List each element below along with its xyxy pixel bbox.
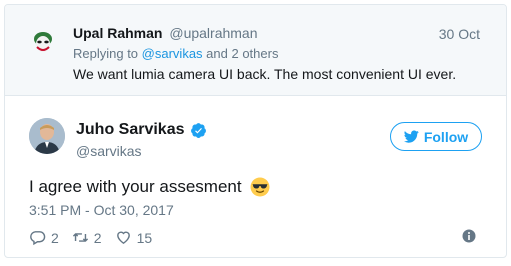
replying-prefix: Replying to <box>73 46 139 61</box>
tweet-text-content: I agree with your assesment <box>29 177 242 196</box>
follow-button[interactable]: Follow <box>390 122 482 151</box>
heart-icon <box>116 231 130 245</box>
replying-to-line: Replying to @sarvikas and 2 others <box>73 46 278 61</box>
reply-author-name[interactable]: Upal Rahman <box>73 25 162 41</box>
reply-author: Upal Rahman @upalrahman <box>73 25 258 41</box>
verified-badge-icon <box>190 122 206 138</box>
avatar[interactable] <box>29 118 65 154</box>
retweet-count: 2 <box>93 229 102 246</box>
reply-count: 2 <box>51 229 59 246</box>
quoted-parent-tweet[interactable]: Upal Rahman @upalrahman 30 Oct Replying … <box>5 5 506 96</box>
author-name[interactable]: Juho Sarvikas <box>76 121 207 139</box>
reply-bubble-icon <box>30 231 46 246</box>
follow-label: Follow <box>423 128 469 145</box>
like-button[interactable]: 15 <box>115 229 153 246</box>
info-icon[interactable] <box>462 229 476 243</box>
retweet-button[interactable]: 2 <box>72 229 102 246</box>
author-handle[interactable]: @sarvikas <box>76 143 142 159</box>
reply-button[interactable]: 2 <box>29 229 59 246</box>
tweet-text: I agree with your assesment <box>29 177 270 197</box>
embedded-tweet-card: Upal Rahman @upalrahman 30 Oct Replying … <box>4 4 507 258</box>
twitter-bird-icon <box>403 130 419 143</box>
reply-date[interactable]: 30 Oct <box>439 26 480 42</box>
retweet-icon <box>72 233 88 242</box>
replying-user-link[interactable]: @sarvikas <box>142 46 203 61</box>
replying-suffix: and 2 others <box>206 46 279 61</box>
reply-author-handle[interactable]: @upalrahman <box>169 25 257 41</box>
tweet-actions: 2 2 15 <box>29 229 165 246</box>
author-name-text[interactable]: Juho Sarvikas <box>76 121 185 139</box>
joker-avatar-icon[interactable] <box>27 27 59 59</box>
reply-text: We want lumia camera UI back. The most c… <box>73 66 457 82</box>
tweet-timestamp[interactable]: 3:51 PM - Oct 30, 2017 <box>29 202 174 218</box>
like-count: 15 <box>136 229 153 246</box>
sunglasses-emoji-icon <box>250 177 270 197</box>
person-avatar-icon <box>29 118 65 154</box>
